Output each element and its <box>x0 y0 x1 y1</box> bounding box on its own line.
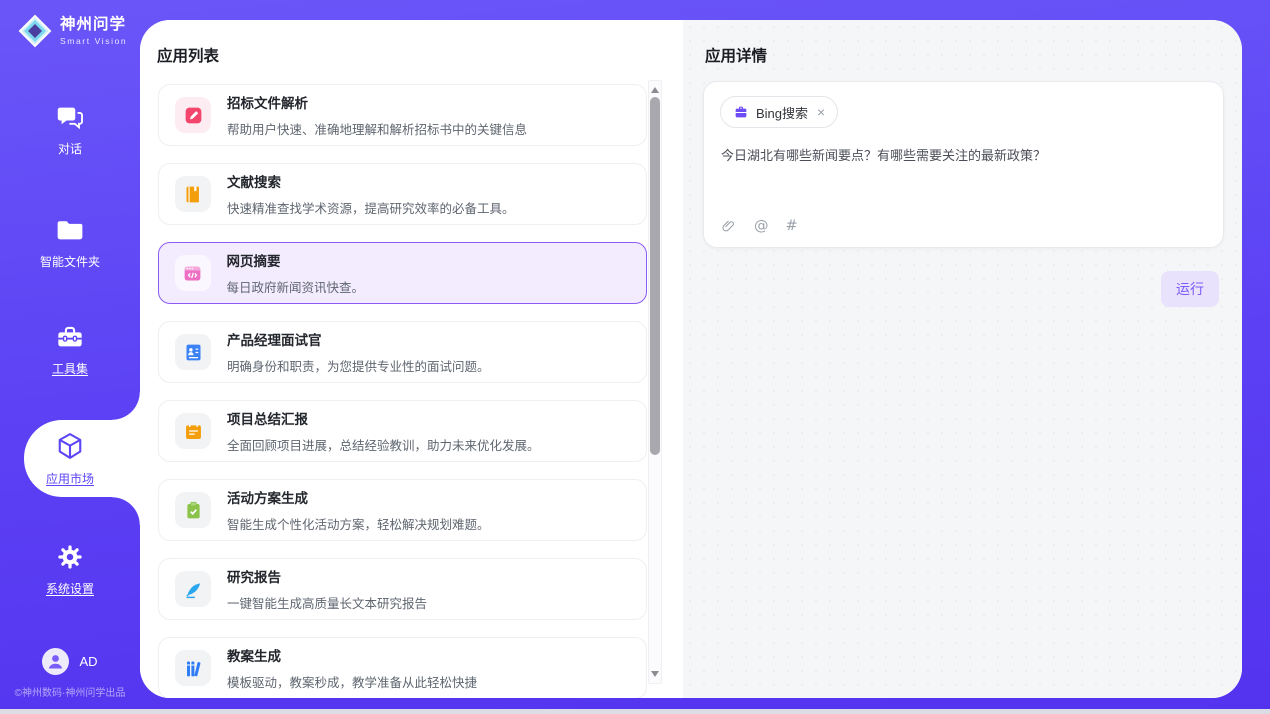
sidebar-item-smart-folder[interactable]: 智能文件夹 <box>0 216 140 270</box>
avatar-person-icon <box>42 648 69 675</box>
sidebar-item-label: 智能文件夹 <box>40 253 100 270</box>
folder-icon <box>56 216 84 244</box>
sidebar: 神州问学 Smart Vision 对话 智能文件夹 <box>0 0 140 714</box>
calendar-icon <box>175 413 211 449</box>
scroll-up-arrow-icon[interactable] <box>651 87 659 93</box>
app-card-list: 招标文件解析 帮助用户快速、准确地理解和解析招标书中的关键信息 文献搜索 <box>158 84 647 698</box>
toolbox-icon <box>56 323 84 351</box>
app-card-literature-search[interactable]: 文献搜索 快速精准查找学术资源，提高研究效率的必备工具。 <box>158 163 647 225</box>
window-bottom-edge <box>0 709 1270 714</box>
attachment-toolbar: @ # <box>721 218 798 234</box>
app-description: 帮助用户快速、准确地理解和解析招标书中的关键信息 <box>227 119 527 138</box>
sidebar-item-label: 对话 <box>58 140 82 157</box>
app-name: 研究报告 <box>227 566 427 586</box>
user-initials: AD <box>79 654 97 669</box>
brand-logo: 神州问学 Smart Vision <box>18 14 127 48</box>
briefcase-icon <box>733 104 749 120</box>
brand-diamond-icon <box>18 14 52 48</box>
app-list-title: 应用列表 <box>157 44 219 66</box>
app-name: 文献搜索 <box>227 171 515 191</box>
app-name: 项目总结汇报 <box>227 408 540 428</box>
user-account[interactable]: AD <box>0 648 140 675</box>
run-button[interactable]: 运行 <box>1161 271 1219 307</box>
app-description: 快速精准查找学术资源，提高研究效率的必备工具。 <box>227 198 515 217</box>
clipboard-check-icon <box>175 492 211 528</box>
sidebar-item-chat[interactable]: 对话 <box>0 103 140 157</box>
gear-icon <box>56 543 84 571</box>
app-detail-title: 应用详情 <box>705 44 767 66</box>
app-card-project-summary[interactable]: 项目总结汇报 全面回顾项目进展，总结经验教训，助力未来优化发展。 <box>158 400 647 462</box>
chat-icon <box>56 103 84 131</box>
app-description: 模板驱动，教案秒成，教学准备从此轻松快捷 <box>227 672 477 691</box>
app-name: 活动方案生成 <box>227 487 490 507</box>
brand-subtitle: Smart Vision <box>60 36 127 46</box>
quill-pen-icon <box>175 571 211 607</box>
at-icon[interactable]: @ <box>754 218 769 234</box>
sidebar-footer: ©神州数码·神州问学出品 <box>0 684 140 699</box>
cube-icon <box>55 431 85 461</box>
app-card-event-plan[interactable]: 活动方案生成 智能生成个性化活动方案，轻松解决规划难题。 <box>158 479 647 541</box>
brand-text: 神州问学 Smart Vision <box>60 16 127 46</box>
paperclip-icon[interactable] <box>721 218 737 234</box>
sidebar-item-label: 工具集 <box>52 360 88 377</box>
scrollbar-thumb[interactable] <box>650 97 660 455</box>
book-icon <box>175 176 211 212</box>
hash-icon[interactable]: # <box>786 218 798 234</box>
app-detail-panel: 应用详情 Bing搜索 × 今日湖北有哪些新闻要点？有哪些需要关注的最新政策？ … <box>683 20 1242 698</box>
books-icon <box>175 650 211 686</box>
app-card-lesson-plan[interactable]: 教案生成 模板驱动，教案秒成，教学准备从此轻松快捷 <box>158 637 647 698</box>
app-name: 教案生成 <box>227 645 477 665</box>
web-code-icon <box>175 255 211 291</box>
tag-close-icon[interactable]: × <box>817 105 825 119</box>
app-name: 产品经理面试官 <box>227 329 490 349</box>
tool-tag-label: Bing搜索 <box>756 103 808 122</box>
app-card-research-report[interactable]: 研究报告 一键智能生成高质量长文本研究报告 <box>158 558 647 620</box>
tool-tag-bing-search[interactable]: Bing搜索 × <box>720 96 838 128</box>
query-input[interactable]: 今日湖北有哪些新闻要点？有哪些需要关注的最新政策？ <box>721 145 1207 164</box>
app-description: 智能生成个性化活动方案，轻松解决规划难题。 <box>227 514 490 533</box>
app-card-web-summary[interactable]: 网页摘要 每日政府新闻资讯快查。 <box>158 242 647 304</box>
sidebar-item-label: 系统设置 <box>46 580 94 597</box>
sidebar-item-label: 应用市场 <box>46 470 94 487</box>
scroll-down-arrow-icon[interactable] <box>651 671 659 677</box>
run-row: 运行 <box>1161 271 1219 307</box>
app-description: 一键智能生成高质量长文本研究报告 <box>227 593 427 612</box>
query-input-card: Bing搜索 × 今日湖北有哪些新闻要点？有哪些需要关注的最新政策？ @ # <box>703 81 1224 248</box>
main-content: 应用列表 招标文件解析 帮助用户快速、准确地理解和解析招标书中的关键信息 <box>140 20 1242 698</box>
brand-name: 神州问学 <box>60 16 127 34</box>
interview-doc-icon <box>175 334 211 370</box>
app-description: 明确身份和职责，为您提供专业性的面试问题。 <box>227 356 490 375</box>
edit-square-icon <box>175 97 211 133</box>
app-description: 每日政府新闻资讯快查。 <box>227 277 365 296</box>
sidebar-item-toolbox[interactable]: 工具集 <box>0 323 140 377</box>
app-card-bid-document-analysis[interactable]: 招标文件解析 帮助用户快速、准确地理解和解析招标书中的关键信息 <box>158 84 647 146</box>
sidebar-item-app-market[interactable]: 应用市场 <box>0 420 140 497</box>
list-scrollbar[interactable] <box>648 80 662 684</box>
app-description: 全面回顾项目进展，总结经验教训，助力未来优化发展。 <box>227 435 540 454</box>
app-name: 网页摘要 <box>227 250 365 270</box>
app-card-pm-interviewer[interactable]: 产品经理面试官 明确身份和职责，为您提供专业性的面试问题。 <box>158 321 647 383</box>
app-list-panel: 应用列表 招标文件解析 帮助用户快速、准确地理解和解析招标书中的关键信息 <box>140 20 683 698</box>
sidebar-item-settings[interactable]: 系统设置 <box>0 543 140 597</box>
app-name: 招标文件解析 <box>227 92 527 112</box>
